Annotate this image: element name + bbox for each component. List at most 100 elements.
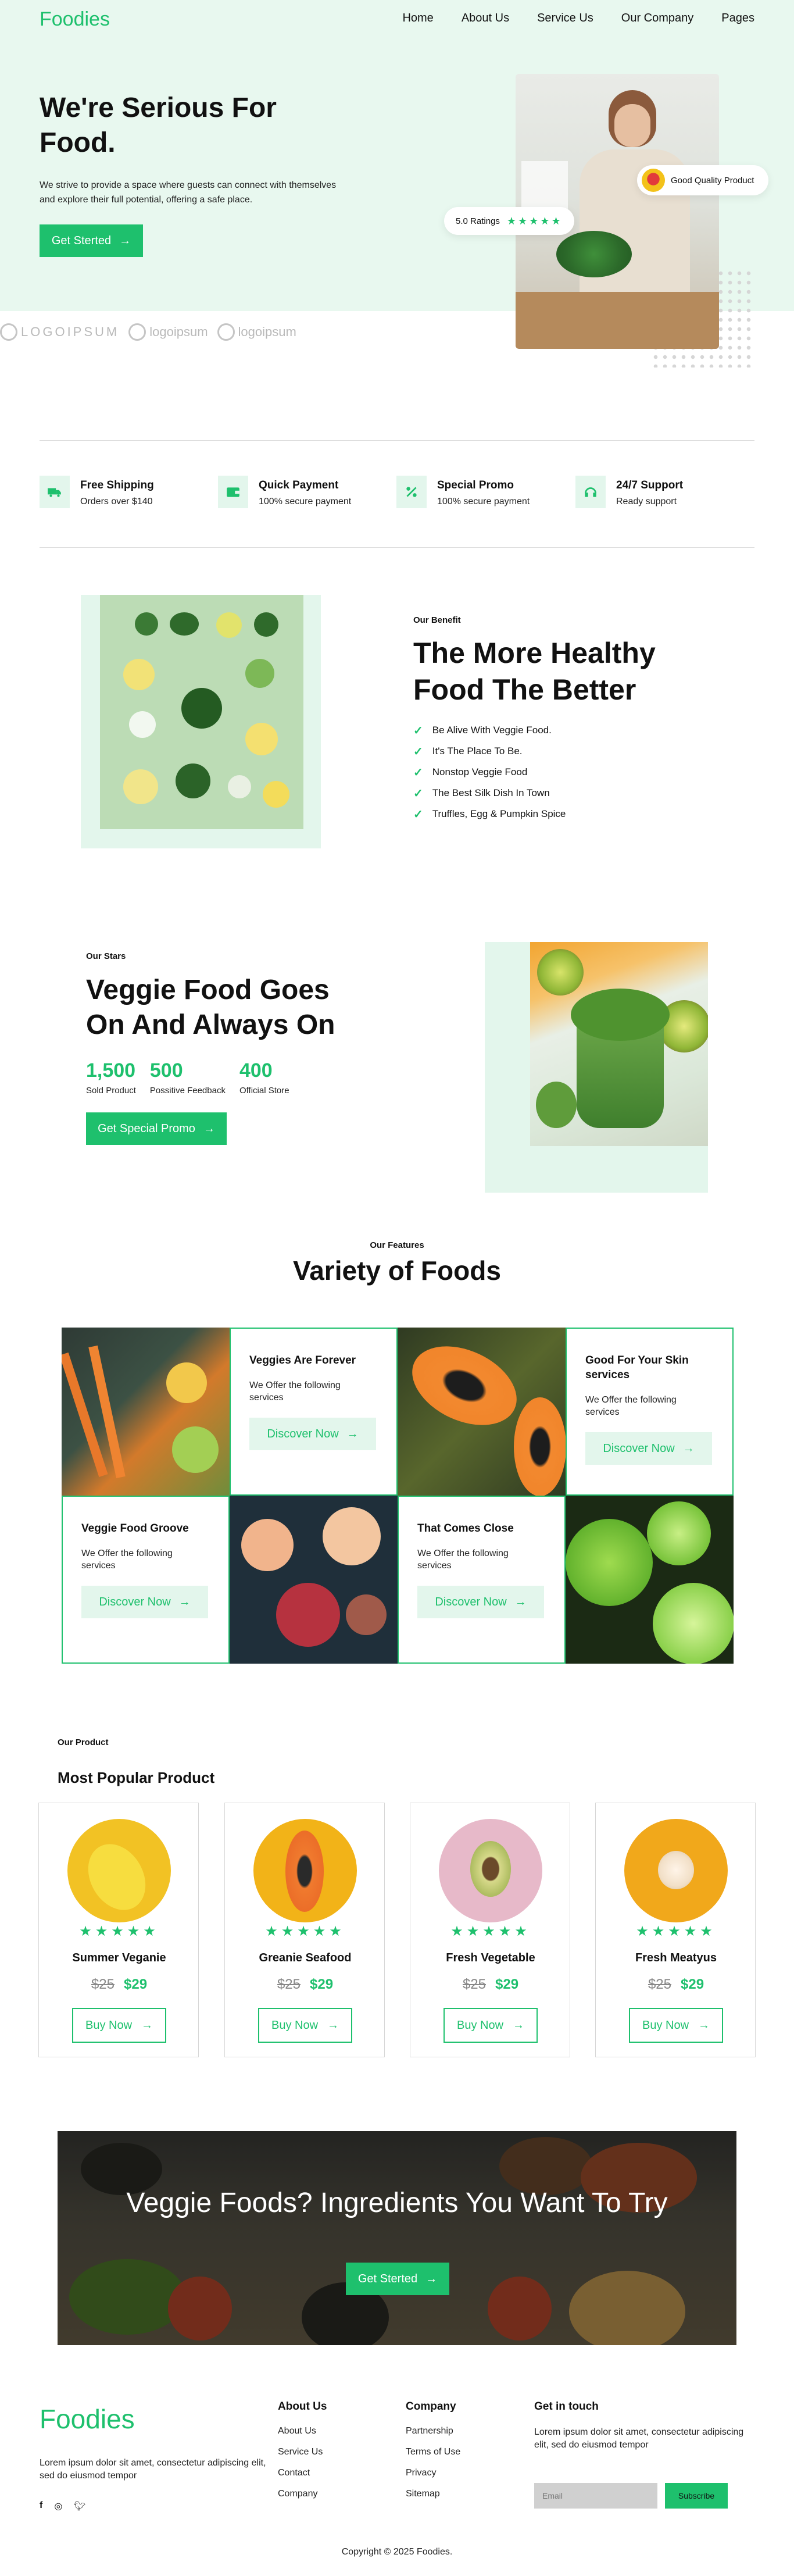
buy-now-button[interactable]: Buy Now → bbox=[258, 2008, 352, 2043]
footer-link[interactable]: Terms of Use bbox=[406, 2447, 460, 2468]
footer-link[interactable]: About Us bbox=[278, 2426, 327, 2447]
subscribe-button[interactable]: Subscribe bbox=[665, 2483, 728, 2509]
buy-now-button[interactable]: Buy Now → bbox=[444, 2008, 538, 2043]
list-item-label: Nonstop Veggie Food bbox=[432, 766, 528, 777]
variety-kicker: Our Features bbox=[370, 1240, 424, 1250]
variety-card-title: Veggie Food Groove bbox=[81, 1522, 189, 1535]
footer-col-title: Company bbox=[406, 2400, 456, 2413]
headset-icon bbox=[575, 476, 606, 508]
buy-now-label: Buy Now bbox=[271, 2018, 319, 2032]
percent-icon bbox=[396, 476, 427, 508]
rating-badge: 5.0 Ratings ★★★★★ bbox=[444, 207, 574, 235]
cta-banner-title: Veggie Foods? Ingredients You Want To Tr… bbox=[126, 2188, 668, 2218]
current-price: $29 bbox=[495, 1976, 519, 1992]
instagram-icon[interactable]: ◎ bbox=[54, 2500, 62, 2512]
discover-now-button[interactable]: Discover Now → bbox=[417, 1586, 544, 1618]
old-price: $25 bbox=[277, 1976, 301, 1992]
get-started-button[interactable]: Get Sterted → bbox=[40, 224, 143, 257]
stat-label: Official Store bbox=[239, 1086, 289, 1096]
product-card: ★★★★★ Summer Veganie $25 $29 Buy Now → bbox=[38, 1803, 199, 2057]
footer-link[interactable]: Privacy bbox=[406, 2468, 460, 2489]
footer-logo[interactable]: Foodies bbox=[40, 2403, 135, 2435]
logo-mark-icon bbox=[0, 323, 17, 341]
footer-link[interactable]: Sitemap bbox=[406, 2489, 460, 2510]
get-special-promo-label: Get Special Promo bbox=[98, 1122, 195, 1135]
get-started-button[interactable]: Get Sterted → bbox=[346, 2263, 449, 2295]
logo-mark-icon bbox=[217, 323, 235, 341]
buy-now-label: Buy Now bbox=[642, 2018, 689, 2032]
quality-badge-label: Good Quality Product bbox=[671, 175, 754, 185]
footer-link[interactable]: Partnership bbox=[406, 2426, 460, 2447]
nav-service-us[interactable]: Service Us bbox=[537, 12, 593, 25]
product-title: Most Popular Product bbox=[58, 1769, 215, 1786]
product-card: ★★★★★ Fresh Vegetable $25 $29 Buy Now → bbox=[410, 1803, 570, 2057]
brand-logo[interactable]: Foodies bbox=[40, 8, 110, 31]
twitter-icon[interactable]: 🐦︎ bbox=[74, 2500, 85, 2512]
footer-link[interactable]: Company bbox=[278, 2489, 327, 2510]
footer-get-in-touch: Get in touch Lorem ipsum dolor sit amet,… bbox=[534, 2400, 755, 2452]
partner-logo: logoipsum bbox=[128, 323, 208, 341]
arrow-right-icon: → bbox=[514, 1595, 527, 1608]
buy-now-button[interactable]: Buy Now → bbox=[629, 2008, 723, 2043]
arrow-right-icon: → bbox=[141, 2018, 153, 2032]
list-item: ✓ Be Alive With Veggie Food. bbox=[413, 720, 566, 741]
old-price: $25 bbox=[462, 1976, 486, 1992]
discover-now-button[interactable]: Discover Now → bbox=[585, 1432, 712, 1465]
limes-image bbox=[566, 1496, 734, 1664]
product-name: Fresh Vegetable bbox=[446, 1951, 535, 1964]
check-icon: ✓ bbox=[413, 745, 423, 758]
list-item-label: It's The Place To Be. bbox=[432, 745, 523, 757]
footer-link[interactable]: Contact bbox=[278, 2468, 327, 2489]
arrow-right-icon: → bbox=[346, 1427, 359, 1440]
list-item-label: Truffles, Egg & Pumpkin Spice bbox=[432, 808, 566, 819]
discover-now-label: Discover Now bbox=[99, 1595, 171, 1608]
feature-title: Quick Payment bbox=[259, 479, 339, 491]
page: Foodies Home About Us Service Us Our Com… bbox=[0, 0, 794, 2576]
list-item-label: The Best Silk Dish In Town bbox=[432, 787, 550, 798]
product-price: $25 $29 bbox=[225, 1976, 385, 1993]
papaya-image bbox=[253, 1819, 357, 1922]
nav-our-company[interactable]: Our Company bbox=[621, 12, 694, 25]
rating-stars-icon: ★★★★★ bbox=[450, 1924, 531, 1939]
logo-mark-icon bbox=[128, 323, 146, 341]
feature-quick-payment: Quick Payment 100% secure payment bbox=[218, 476, 351, 508]
partner-logos: LOGOIPSUM logoipsum logoipsum bbox=[0, 323, 296, 341]
product-card: ★★★★★ Greanie Seafood $25 $29 Buy Now → bbox=[224, 1803, 385, 2057]
get-special-promo-button[interactable]: Get Special Promo → bbox=[86, 1112, 227, 1145]
footer-company-column: Company Partnership Terms of Use Privacy… bbox=[406, 2400, 460, 2510]
discover-now-button[interactable]: Discover Now → bbox=[81, 1586, 208, 1618]
social-links: f ◎ 🐦︎ bbox=[40, 2500, 86, 2512]
stat-positive-feedback: 500 Possitive Feedback bbox=[150, 1059, 226, 1096]
discover-now-button[interactable]: Discover Now → bbox=[249, 1418, 376, 1450]
buy-now-button[interactable]: Buy Now → bbox=[72, 2008, 166, 2043]
footer-touch-text: Lorem ipsum dolor sit amet, consectetur … bbox=[534, 2427, 744, 2450]
footer-link[interactable]: Service Us bbox=[278, 2447, 327, 2468]
discover-now-label: Discover Now bbox=[435, 1595, 507, 1608]
current-price: $29 bbox=[124, 1976, 148, 1992]
facebook-icon[interactable]: f bbox=[40, 2500, 42, 2512]
nav-pages[interactable]: Pages bbox=[721, 12, 754, 25]
feature-free-shipping: Free Shipping Orders over $140 bbox=[40, 476, 154, 508]
wallet-icon bbox=[218, 476, 248, 508]
rating-stars-icon: ★★★★★ bbox=[265, 1924, 345, 1939]
rating-stars-icon: ★★★★★ bbox=[636, 1924, 716, 1939]
feature-subtitle: Orders over $140 bbox=[80, 497, 153, 506]
variety-card-desc: We Offer the following services bbox=[417, 1549, 509, 1571]
footer-col-title: About Us bbox=[278, 2400, 327, 2413]
email-field[interactable] bbox=[534, 2483, 657, 2509]
old-price: $25 bbox=[91, 1976, 115, 1992]
arrow-right-icon: → bbox=[682, 1442, 695, 1455]
product-avatar-icon bbox=[642, 169, 665, 192]
nav-home[interactable]: Home bbox=[402, 12, 433, 25]
stat-value: 400 bbox=[239, 1059, 273, 1082]
rating-label: 5.0 Ratings bbox=[456, 216, 500, 226]
get-started-label: Get Sterted bbox=[51, 234, 112, 247]
nav-about-us[interactable]: About Us bbox=[462, 12, 509, 25]
old-price: $25 bbox=[648, 1976, 671, 1992]
variety-grid: Veggies Are Forever We Offer the followi… bbox=[62, 1328, 734, 1664]
feature-special-promo: Special Promo 100% secure payment bbox=[396, 476, 530, 508]
list-item: ✓ Truffles, Egg & Pumpkin Spice bbox=[413, 804, 566, 825]
footer-col-title: Get in touch bbox=[534, 2400, 599, 2413]
footer-about-column: About Us About Us Service Us Contact Com… bbox=[278, 2400, 327, 2510]
current-price: $29 bbox=[681, 1976, 704, 1992]
